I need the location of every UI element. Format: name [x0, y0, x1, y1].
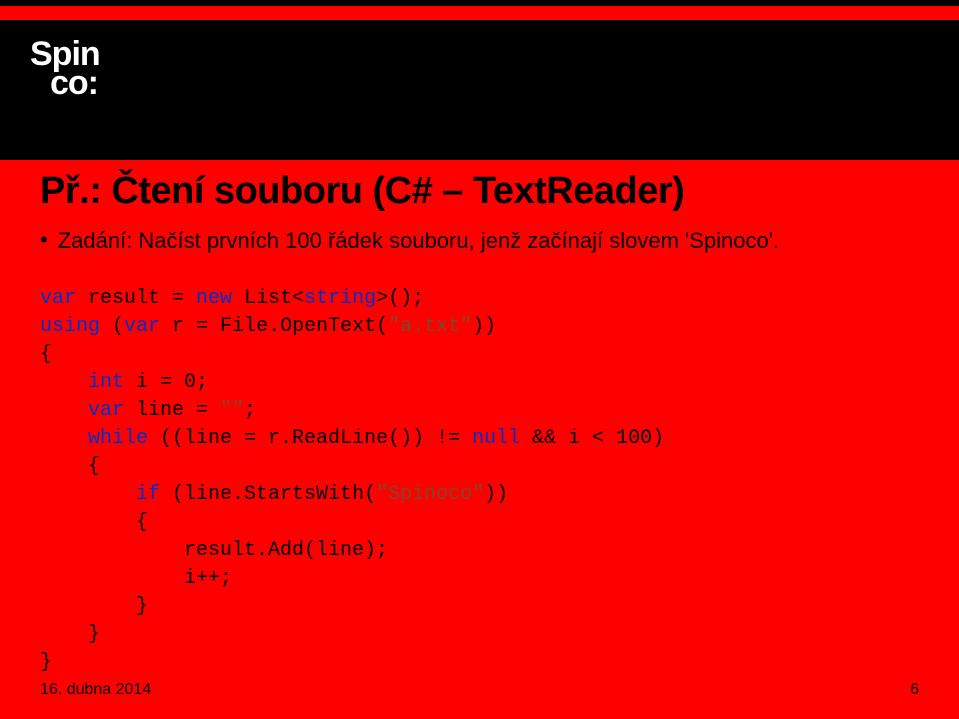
- code-text: r = File.OpenText(: [160, 315, 388, 338]
- subtitle-row: • Zadání: Načíst prvních 100 řádek soubo…: [40, 227, 919, 255]
- footer-date: 16. dubna 2014: [40, 681, 151, 699]
- code-string: "a.txt": [388, 315, 472, 338]
- code-kw: var: [124, 315, 160, 338]
- bullet-icon: •: [40, 227, 48, 253]
- slide-title: Př.: Čtení souboru (C# – TextReader): [40, 170, 919, 213]
- code-text: && i < 100): [520, 427, 664, 450]
- subtitle-text: Zadání: Načíst prvních 100 řádek souboru…: [58, 227, 779, 255]
- code-string: "": [220, 399, 244, 422]
- header-band: Spin co:: [0, 0, 959, 160]
- footer: 16. dubna 2014 6: [40, 681, 919, 699]
- code-text: >();: [376, 287, 424, 310]
- code-kw: new: [196, 287, 232, 310]
- code-text: }: [40, 595, 148, 618]
- code-text: ;: [244, 399, 256, 422]
- code-text: (: [100, 315, 124, 338]
- logo-line2: co:: [30, 69, 100, 98]
- code-kw: while: [40, 427, 148, 450]
- code-text: List<: [232, 287, 304, 310]
- code-text: {: [40, 343, 52, 366]
- code-block: var result = new List<string>(); using (…: [40, 285, 919, 677]
- code-text: {: [40, 511, 148, 534]
- code-text: }: [40, 651, 52, 674]
- code-kw: null: [472, 427, 520, 450]
- code-text: line =: [124, 399, 220, 422]
- code-text: result =: [76, 287, 196, 310]
- code-text: i++;: [40, 567, 232, 590]
- code-text: (line.StartsWith(: [160, 483, 376, 506]
- code-text: }: [40, 623, 100, 646]
- code-text: {: [40, 455, 100, 478]
- code-kw: if: [40, 483, 160, 506]
- content-area: Př.: Čtení souboru (C# – TextReader) • Z…: [40, 170, 919, 677]
- header-red-stripe: [0, 6, 959, 20]
- footer-page: 6: [910, 681, 919, 699]
- logo: Spin co:: [30, 40, 100, 98]
- code-kw: string: [304, 287, 376, 310]
- code-kw: using: [40, 315, 100, 338]
- code-text: i = 0;: [124, 371, 208, 394]
- code-string: "Spinoco": [376, 483, 484, 506]
- code-text: )): [484, 483, 508, 506]
- code-kw: var: [40, 399, 124, 422]
- code-kw: var: [40, 287, 76, 310]
- code-text: )): [472, 315, 496, 338]
- code-text: result.Add(line);: [40, 539, 388, 562]
- code-kw: int: [40, 371, 124, 394]
- code-text: ((line = r.ReadLine()) !=: [148, 427, 472, 450]
